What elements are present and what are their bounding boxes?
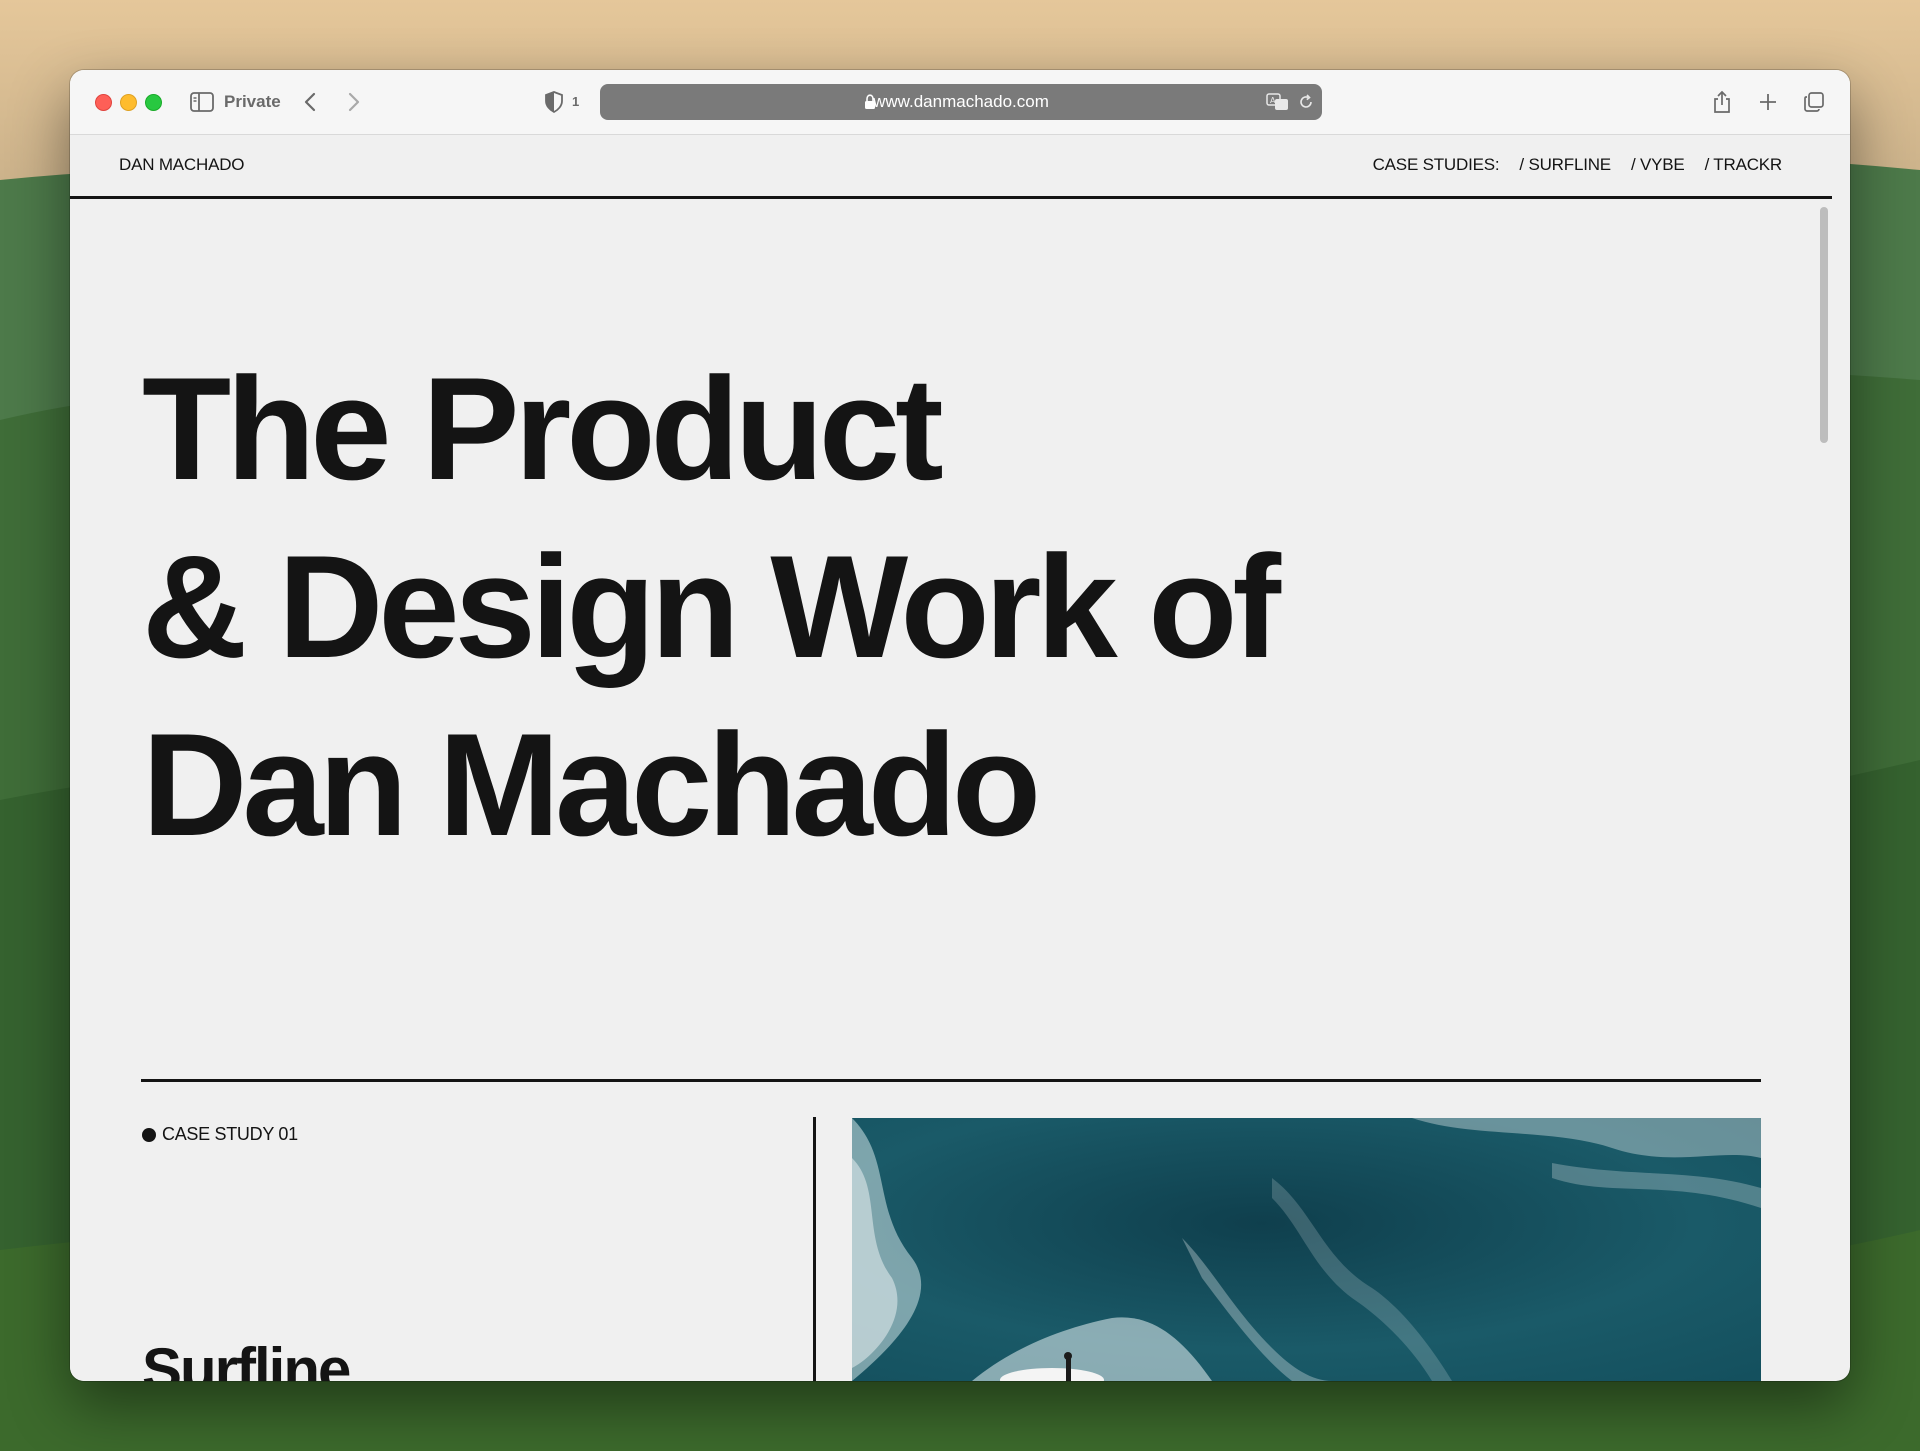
nav-link-vybe[interactable]: / VYBE	[1631, 155, 1685, 175]
nav-link-trackr[interactable]: / TRACKR	[1705, 155, 1783, 175]
reload-icon[interactable]	[1292, 88, 1320, 116]
svg-text:A: A	[1270, 96, 1276, 105]
case-studies-nav: CASE STUDIES: / SURFLINE / VYBE / TRACKR	[1372, 155, 1783, 175]
hero-heading: The Product & Design Work of Dan Machado	[142, 340, 1442, 874]
hero-line-2: & Design Work of	[142, 525, 1281, 688]
minimize-window-button[interactable]	[120, 94, 137, 111]
new-tab-icon[interactable]	[1754, 88, 1782, 116]
share-icon[interactable]	[1708, 88, 1736, 116]
site-brand-link[interactable]: DAN MACHADO	[119, 155, 245, 175]
address-bar[interactable]: www.danmachado.com A	[600, 84, 1322, 120]
column-divider	[813, 1117, 816, 1381]
hero-line-3: Dan Machado	[142, 703, 1041, 866]
case-study-number: CASE STUDY 01	[162, 1124, 298, 1144]
translate-icon[interactable]: A	[1264, 88, 1292, 116]
case-study-title[interactable]: Surfline	[142, 1335, 351, 1381]
web-page: DAN MACHADO CASE STUDIES: / SURFLINE / V…	[70, 135, 1832, 1381]
nav-link-surfline[interactable]: / SURFLINE	[1519, 155, 1611, 175]
privacy-shield-icon[interactable]	[540, 88, 568, 116]
surfline-cover-image[interactable]	[852, 1118, 1761, 1381]
case-studies-label: CASE STUDIES:	[1372, 155, 1500, 174]
page-scrollbar[interactable]	[1820, 207, 1828, 443]
tab-overview-icon[interactable]	[1800, 88, 1828, 116]
browser-toolbar: Private 1 www.danmachado.com A	[70, 70, 1850, 135]
forward-icon[interactable]	[340, 88, 368, 116]
hero-line-1: The Product	[142, 347, 944, 510]
zoom-window-button[interactable]	[145, 94, 162, 111]
url-text: www.danmachado.com	[873, 92, 1049, 111]
case-study-label: CASE STUDY 01	[142, 1124, 298, 1145]
close-window-button[interactable]	[95, 94, 112, 111]
tracker-count: 1	[572, 94, 580, 109]
browser-window: Private 1 www.danmachado.com A DAN MACHA…	[70, 70, 1850, 1381]
sidebar-toggle-icon[interactable]	[188, 88, 216, 116]
section-divider	[141, 1079, 1761, 1082]
site-header: DAN MACHADO CASE STUDIES: / SURFLINE / V…	[70, 135, 1832, 199]
back-icon[interactable]	[296, 88, 324, 116]
private-label: Private	[224, 92, 281, 111]
bullet-dot-icon	[142, 1127, 156, 1142]
